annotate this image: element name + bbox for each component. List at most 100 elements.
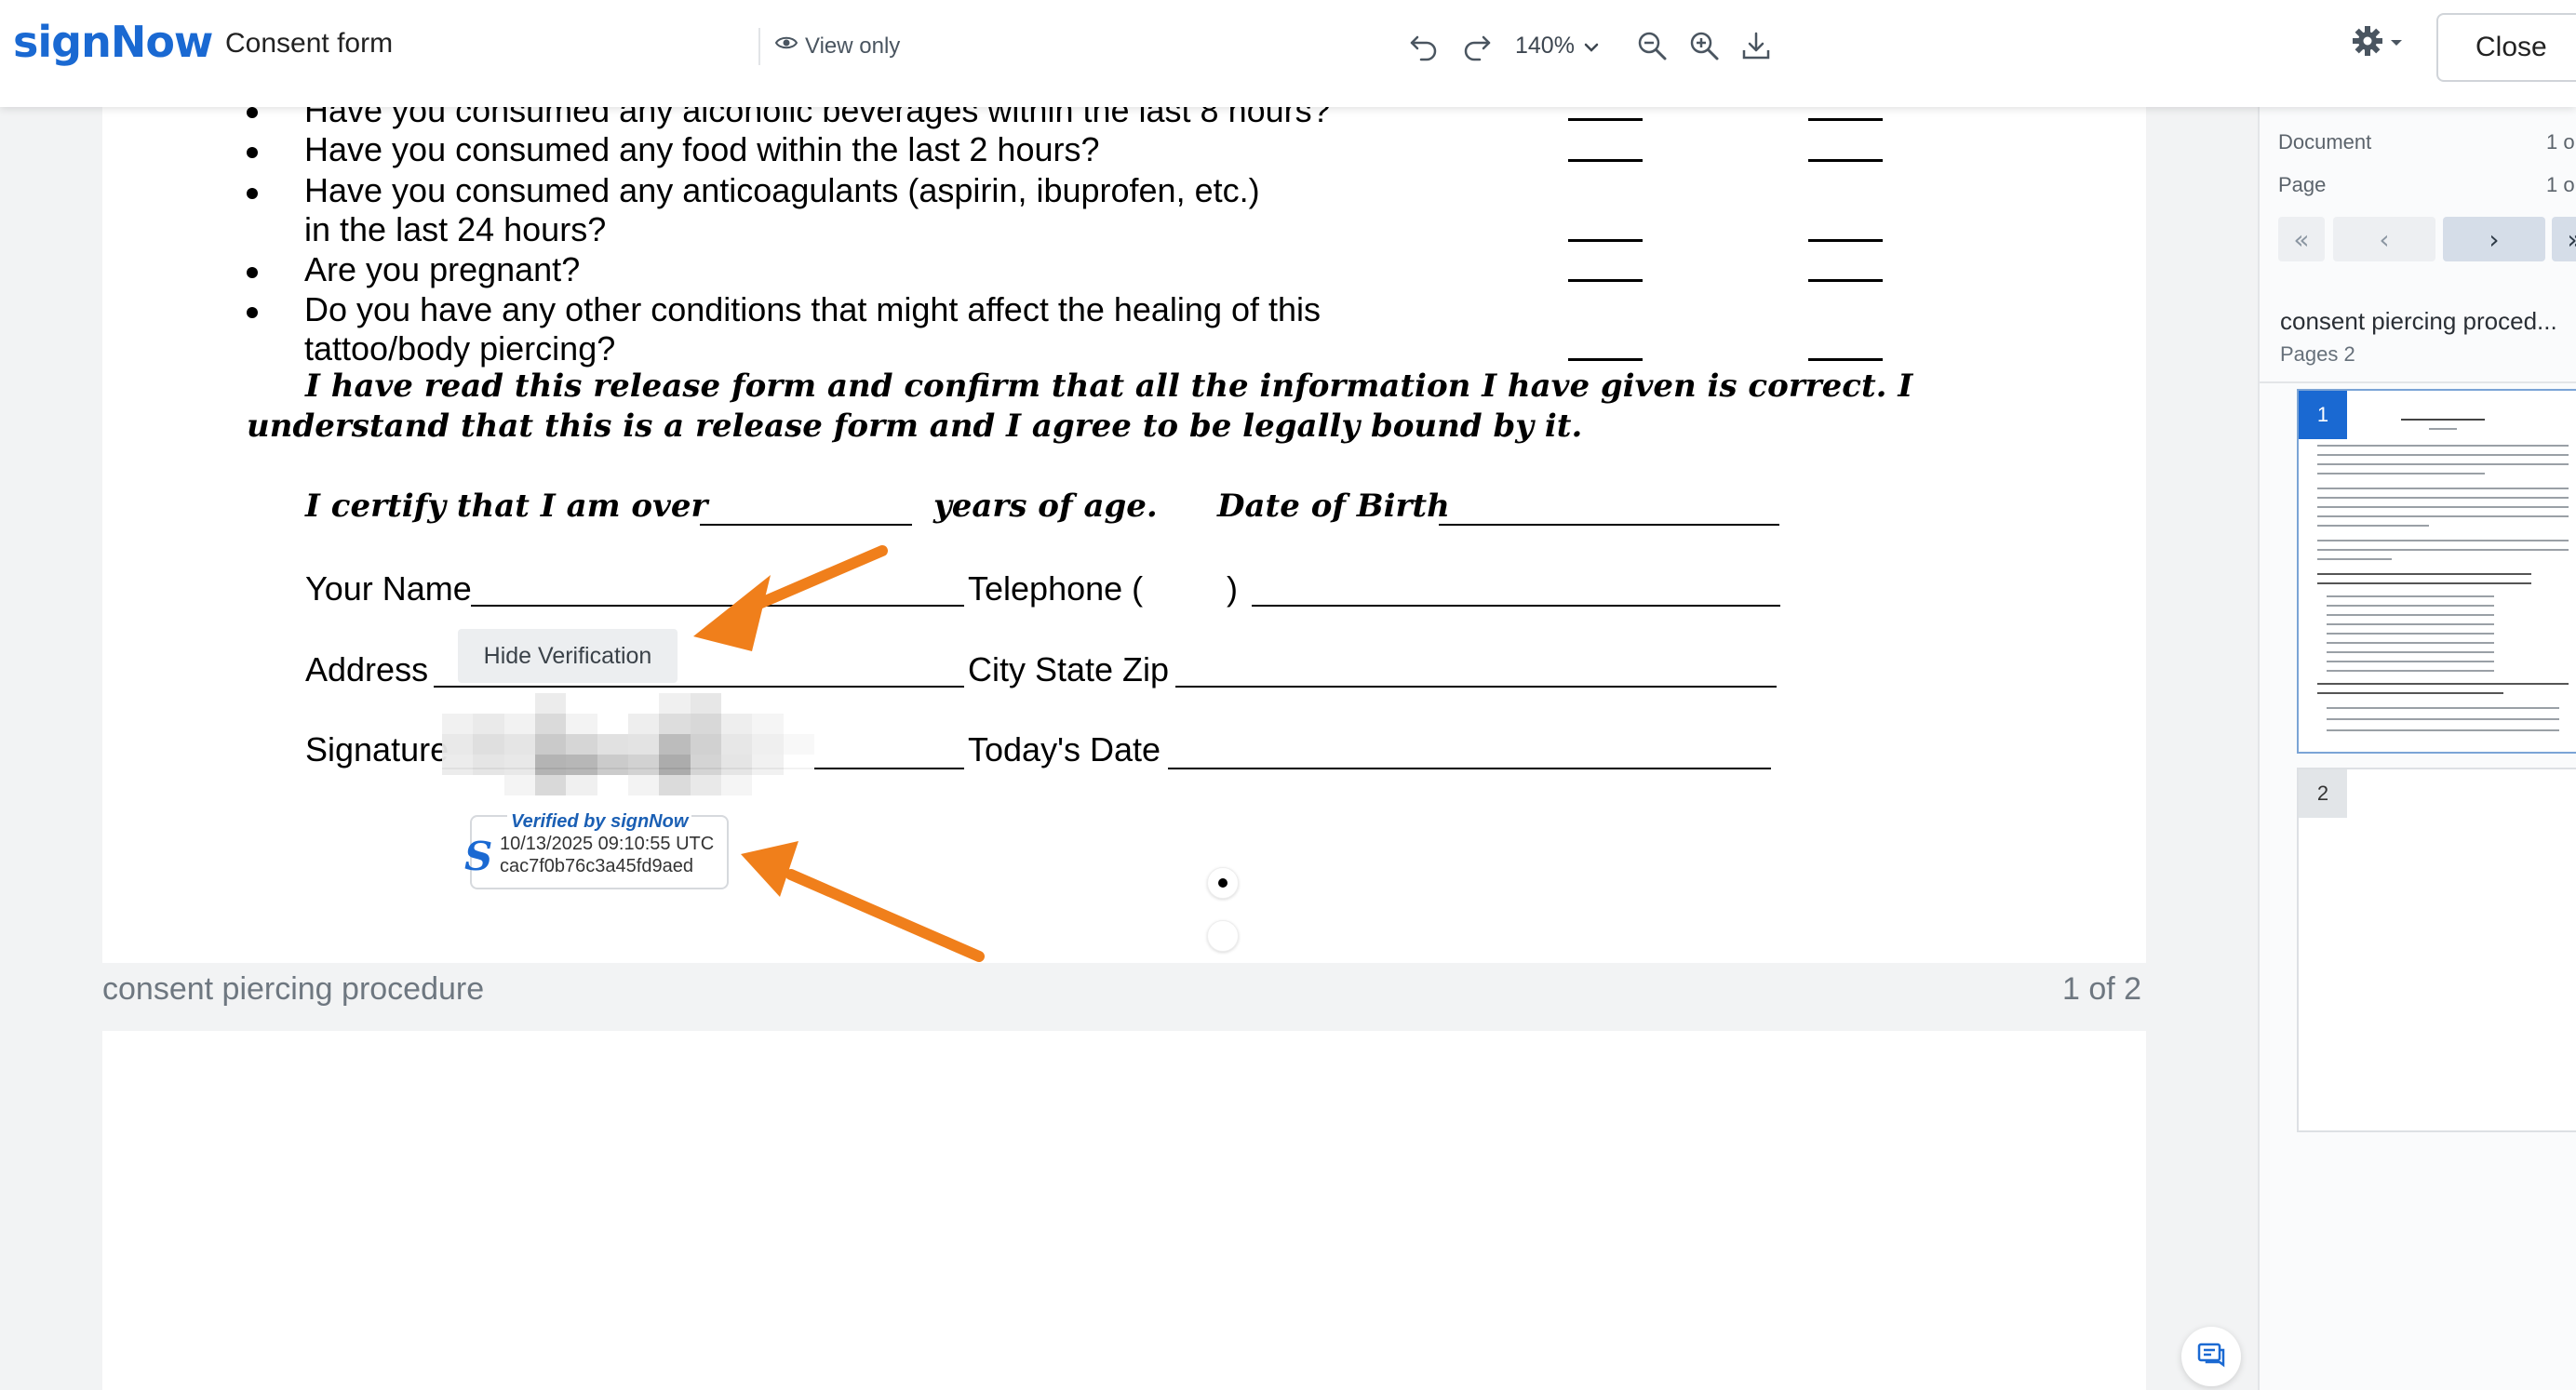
- close-button[interactable]: Close: [2436, 13, 2576, 82]
- panel-document-name: consent piercing proced...: [2280, 307, 2557, 335]
- thumb-text-line: [2327, 623, 2494, 625]
- page-thumbnail-2[interactable]: 2: [2297, 768, 2576, 1132]
- city-state-zip-label: City State Zip: [968, 650, 1170, 688]
- thumb-text-line: [2327, 661, 2494, 662]
- thumb-text-line: [2317, 488, 2569, 489]
- redo-button[interactable]: [1457, 28, 1496, 67]
- download-button[interactable]: [1737, 28, 1776, 67]
- name-blank: [471, 605, 964, 607]
- thumb-text-line: [2317, 558, 2392, 560]
- undo-icon: [1408, 30, 1440, 66]
- signature-image: [442, 693, 814, 795]
- thumbnail-number: 2: [2299, 769, 2347, 818]
- question-conditions: Do you have any other conditions that mi…: [304, 290, 1322, 328]
- panel-page-count: Pages 2: [2280, 342, 2355, 366]
- signnow-s-icon: S: [464, 834, 493, 879]
- certify-age-label: I certify that I am over: [305, 488, 708, 525]
- gear-icon: [2351, 24, 2384, 62]
- telephone-close-paren: ): [1227, 569, 1238, 608]
- top-toolbar: signNow Consent form View only 140% Clos…: [0, 0, 2576, 107]
- answer-blank-no: [1808, 239, 1883, 242]
- eye-icon: [774, 32, 798, 60]
- page-footer-name: consent piercing procedure: [102, 971, 485, 1007]
- thumb-text-line: [2317, 454, 2569, 456]
- answer-blank-no: [1808, 118, 1883, 121]
- question-food: Have you consumed any food within the la…: [304, 130, 1100, 168]
- zoom-value: 140%: [1515, 33, 1575, 59]
- chevron-right-icon: ›: [2489, 223, 2500, 255]
- toolbar-divider: [758, 28, 760, 65]
- bullet: [247, 107, 258, 118]
- chat-button[interactable]: [2181, 1327, 2241, 1386]
- document-page-2: [102, 1031, 2146, 1390]
- field-marker[interactable]: [1207, 920, 1239, 952]
- date-of-birth-label: Date of Birth: [1217, 488, 1450, 525]
- answer-blank-no: [1808, 358, 1883, 361]
- last-page-button[interactable]: »: [2552, 217, 2576, 261]
- thumb-text-line: [2401, 419, 2485, 421]
- chevron-down-icon: [1584, 33, 1599, 60]
- thumb-text-line: [2327, 633, 2494, 635]
- release-statement-line2: understand that this is a release form a…: [247, 408, 1583, 445]
- view-only-indicator: View only: [774, 32, 901, 60]
- bullet: [247, 147, 258, 158]
- hide-verification-button[interactable]: Hide Verification: [458, 629, 678, 683]
- todays-date-blank: [1168, 768, 1771, 769]
- thumb-text-line: [2317, 549, 2569, 551]
- view-only-label: View only: [805, 33, 901, 59]
- thumb-text-line: [2317, 525, 2429, 527]
- chevron-left-icon: ‹: [2379, 223, 2390, 255]
- document-title: Consent form: [225, 28, 394, 59]
- zoom-out-icon: [1636, 30, 1668, 66]
- address-blank: [434, 686, 964, 688]
- question-anticoagulants: Have you consumed any anticoagulants (as…: [304, 171, 1260, 209]
- zoom-in-icon: [1688, 30, 1720, 66]
- thumb-text-line: [2317, 473, 2485, 474]
- verification-badge: S Verified by signNow 10/13/2025 09:10:5…: [464, 811, 729, 889]
- zoom-select[interactable]: 140%: [1515, 33, 1599, 60]
- bullet: [247, 267, 258, 278]
- thumb-text-line: [2327, 670, 2494, 672]
- double-chevron-right-icon: »: [2567, 224, 2576, 255]
- release-statement-line1: I have read this release form and confir…: [305, 368, 1913, 405]
- undo-button[interactable]: [1404, 28, 1443, 67]
- question-conditions-cont: tattoo/body piercing?: [304, 329, 616, 368]
- bullet: [247, 307, 258, 318]
- document-page-1: Have you consumed any alcoholic beverage…: [102, 107, 2146, 963]
- telephone-blank: [1252, 605, 1780, 607]
- settings-menu-button[interactable]: [2351, 24, 2403, 62]
- years-of-age-label: years of age.: [933, 488, 1158, 525]
- document-counter-label: Document: [2278, 130, 2372, 154]
- verification-hash: cac7f0b76c3a45fd9aed: [500, 856, 693, 876]
- zoom-out-button[interactable]: [1632, 28, 1671, 67]
- thumb-text-line: [2327, 729, 2559, 731]
- answer-blank-yes: [1568, 358, 1643, 361]
- zoom-in-button[interactable]: [1684, 28, 1724, 67]
- your-name-label: Your Name: [305, 569, 472, 608]
- thumb-text-line: [2317, 506, 2569, 508]
- thumb-text-line: [2317, 515, 2569, 517]
- signnow-logo[interactable]: signNow: [13, 17, 213, 67]
- page-thumbnail-1[interactable]: 1: [2297, 389, 2576, 754]
- field-marker-dot: [1218, 878, 1228, 888]
- thumb-text-line: [2327, 642, 2494, 644]
- thumb-text-line: [2327, 605, 2494, 607]
- thumb-text-line: [2429, 428, 2457, 430]
- chat-icon: [2196, 1340, 2226, 1374]
- next-page-button[interactable]: ›: [2443, 217, 2545, 261]
- telephone-label: Telephone (: [968, 569, 1144, 608]
- age-blank: [700, 524, 912, 526]
- thumb-text-line: [2327, 614, 2494, 616]
- todays-date-label: Today's Date: [968, 730, 1161, 769]
- previous-page-button[interactable]: ‹: [2333, 217, 2435, 261]
- thumbnail-number: 1: [2299, 391, 2347, 439]
- thumb-text-line: [2317, 540, 2569, 541]
- question-anticoagulants-cont: in the last 24 hours?: [304, 210, 607, 248]
- verification-title: Verified by signNow: [507, 811, 692, 833]
- date-of-birth-blank: [1439, 524, 1779, 526]
- thumb-text-line: [2317, 582, 2531, 584]
- answer-blank-yes: [1568, 118, 1643, 121]
- page-counter-value: 1 o: [2546, 173, 2575, 196]
- thumb-text-line: [2317, 497, 2569, 499]
- first-page-button[interactable]: «: [2278, 217, 2325, 261]
